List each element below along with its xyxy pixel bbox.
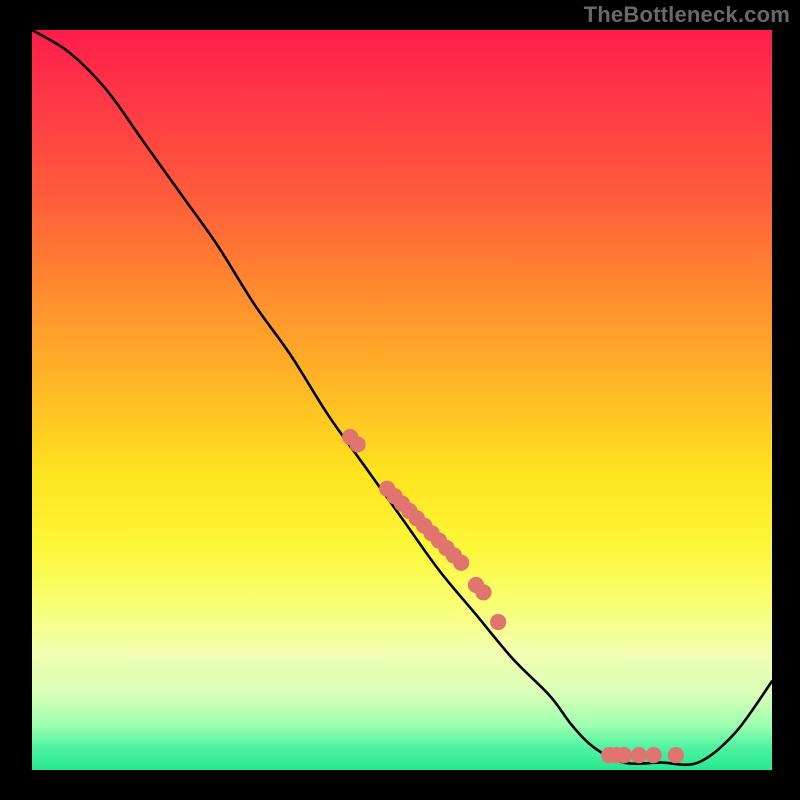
data-point [453,555,469,571]
plot-area [32,30,772,770]
chart-canvas: TheBottleneck.com [0,0,800,800]
data-point [616,747,632,763]
data-point [645,747,661,763]
scatter-dots [342,429,684,763]
data-point [475,584,491,600]
data-point [490,614,506,630]
data-point [349,436,365,452]
watermark: TheBottleneck.com [584,2,790,28]
chart-svg [32,30,772,770]
curve-line [32,30,772,765]
data-point [631,747,647,763]
data-point [668,747,684,763]
